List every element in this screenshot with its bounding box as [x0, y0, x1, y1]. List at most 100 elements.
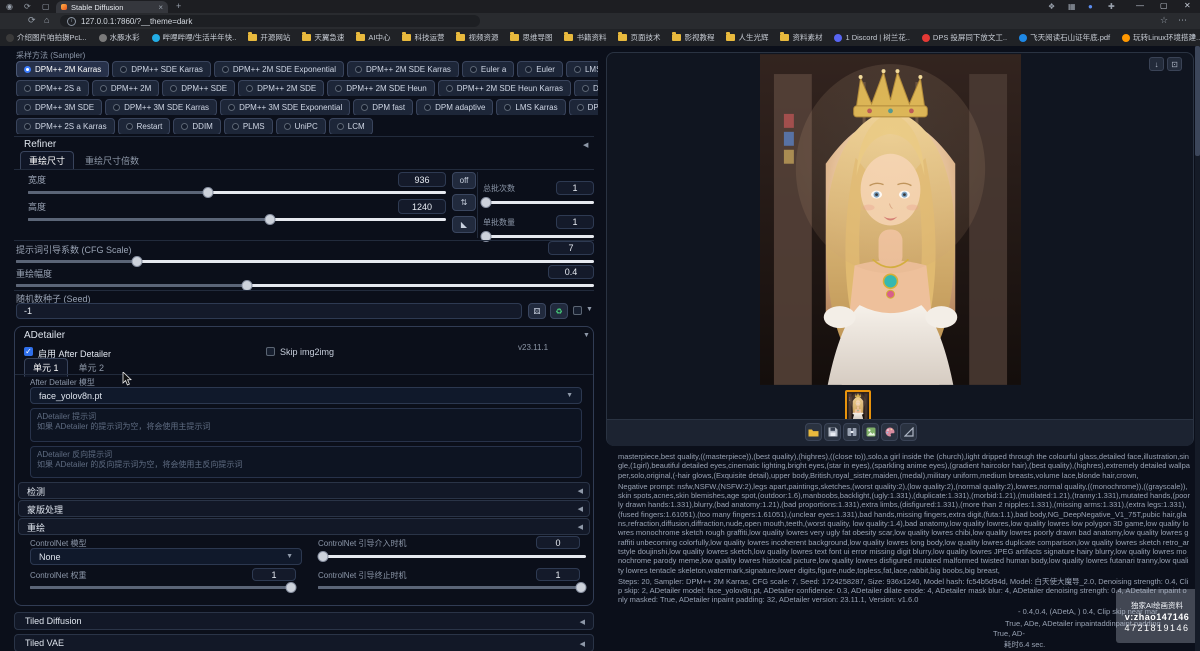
avatar-icon[interactable]: ●: [1088, 1, 1093, 12]
sampler-option[interactable]: Euler: [517, 61, 563, 77]
bookmark-item[interactable]: 科技运营: [402, 32, 444, 43]
adetailer-accordion[interactable]: ADetailer: [24, 330, 65, 341]
sampler-option[interactable]: LMS: [566, 61, 598, 77]
adetailer-model-dropdown[interactable]: face_yolov8n.pt ▼: [30, 387, 582, 404]
height-input[interactable]: 1240: [398, 199, 446, 214]
sampler-option[interactable]: DPM adaptive: [416, 99, 493, 115]
maximize-button[interactable]: ▢: [1160, 1, 1168, 10]
enable-adetailer-checkbox[interactable]: ✓: [24, 347, 33, 356]
tab-search-icon[interactable]: ▢: [42, 1, 50, 12]
mask-preprocessing-accordion[interactable]: 蒙版处理 ◀: [18, 500, 590, 517]
random-seed-button[interactable]: ⚄: [528, 303, 546, 319]
send-image-button[interactable]: [862, 423, 879, 441]
width-slider[interactable]: [28, 186, 446, 197]
generated-image[interactable]: [760, 53, 1021, 386]
bookmark-item[interactable]: 开源网站: [248, 32, 290, 43]
controlnet-model-dropdown[interactable]: None ▼: [30, 548, 302, 565]
adetailer-negative-textarea[interactable]: ADetailer 反向提示词 如果 ADetailer 的反向提示词为空，将会…: [30, 446, 582, 478]
sampler-option[interactable]: DPM++ 2S a Karras: [16, 118, 115, 134]
minimize-button[interactable]: —: [1136, 1, 1144, 10]
seed-extra-caret-icon[interactable]: ▼: [586, 306, 593, 313]
extra-seed-checkbox[interactable]: [573, 306, 582, 315]
sampler-option[interactable]: LMS Karras: [496, 99, 565, 115]
extension-icon[interactable]: ❖: [1048, 1, 1055, 12]
sampler-option[interactable]: DPM++ SDE: [162, 80, 235, 96]
seed-input[interactable]: -1: [16, 303, 522, 319]
ruler-button[interactable]: [900, 423, 917, 441]
sampler-option[interactable]: LCM: [329, 118, 373, 134]
cfg-slider[interactable]: [16, 255, 594, 266]
sampler-option[interactable]: DPM++ 3M SDE: [16, 99, 102, 115]
refresh-tabs-icon[interactable]: ⟳: [24, 1, 31, 12]
controlnet-end-input[interactable]: 1: [536, 568, 580, 581]
sampler-option[interactable]: Restart: [118, 118, 171, 134]
more-menu-icon[interactable]: ⋯: [1178, 15, 1187, 26]
tiled-diffusion-accordion[interactable]: Tiled Diffusion ◀: [14, 612, 594, 630]
home-icon[interactable]: ⌂: [44, 15, 49, 25]
swap-dimensions-button[interactable]: ⇅: [452, 194, 476, 211]
save-image-button[interactable]: [824, 423, 841, 441]
batch-count-input[interactable]: 1: [556, 181, 594, 195]
bookmark-item[interactable]: 天翼急速: [302, 32, 344, 43]
controlnet-end-slider[interactable]: [318, 581, 586, 592]
bookmark-item[interactable]: 视频资源: [456, 32, 498, 43]
sampler-option[interactable]: Euler a: [462, 61, 514, 77]
refiner-accordion[interactable]: Refiner: [24, 139, 56, 150]
batch-size-input[interactable]: 1: [556, 215, 594, 229]
controlnet-weight-input[interactable]: 1: [252, 568, 296, 581]
save-zip-button[interactable]: [843, 423, 860, 441]
sampler-option[interactable]: DDIM: [173, 118, 220, 134]
detection-accordion[interactable]: 检测 ◀: [18, 482, 590, 499]
height-slider[interactable]: [28, 213, 446, 224]
sampler-option[interactable]: DPM++ 2M SDE Exponential: [214, 61, 344, 77]
resize-tab[interactable]: 重绘尺寸: [20, 151, 74, 170]
site-info-icon[interactable]: i: [67, 17, 76, 26]
url-bar[interactable]: i 127.0.0.1:7860/?__theme=dark: [60, 15, 480, 27]
off-button[interactable]: off: [452, 172, 476, 189]
adetailer-expand-icon[interactable]: ▼: [583, 332, 590, 339]
bookmark-item[interactable]: 书籍资料: [564, 32, 606, 43]
bookmarks-overflow-icon[interactable]: »: [1191, 31, 1196, 41]
bookmark-item[interactable]: 思维导图: [510, 32, 552, 43]
bookmark-item[interactable]: 介绍图片咱拍摄PcL..: [6, 32, 87, 43]
skip-img2img-checkbox[interactable]: [266, 347, 275, 356]
adetailer-prompt-textarea[interactable]: ADetailer 提示词 如果 ADetailer 的提示词为空，将会使用主提…: [30, 408, 582, 442]
gallery-thumbnail[interactable]: [845, 390, 871, 421]
favorite-star-icon[interactable]: ☆: [1160, 15, 1168, 26]
open-folder-button[interactable]: [805, 423, 822, 441]
batch-count-slider[interactable]: [483, 196, 594, 207]
sampler-option[interactable]: UniPC: [276, 118, 326, 134]
bookmark-item[interactable]: AI中心: [356, 32, 390, 43]
cfg-input[interactable]: 7: [548, 241, 594, 255]
close-button[interactable]: ✕: [1184, 1, 1191, 10]
denoise-slider[interactable]: [16, 279, 594, 290]
sampler-option[interactable]: DPM++ 2M Karras: [16, 61, 109, 77]
sampler-option[interactable]: DPM++ 2M SDE Heun Karras: [438, 80, 571, 96]
page-scrollbar-thumb[interactable]: [1195, 46, 1200, 156]
new-tab-button[interactable]: +: [176, 1, 181, 11]
tiled-vae-accordion[interactable]: Tiled VAE ◀: [14, 634, 594, 651]
sampler-option[interactable]: DPM2 Karras: [569, 99, 598, 115]
bookmark-item[interactable]: 1 Discord | 树兰花..: [834, 32, 909, 43]
sampler-option[interactable]: DPM fast: [353, 99, 413, 115]
width-input[interactable]: 936: [398, 172, 446, 187]
fullscreen-icon[interactable]: ⊡: [1167, 57, 1182, 71]
sampler-option[interactable]: DPM++ 2M SDE Karras: [347, 61, 459, 77]
bookmark-item[interactable]: 资料素材: [780, 32, 822, 43]
controlnet-weight-slider[interactable]: [30, 581, 296, 592]
controlnet-start-input[interactable]: 0: [536, 536, 580, 549]
download-image-icon[interactable]: ↓: [1149, 57, 1164, 71]
denoise-input[interactable]: 0.4: [548, 265, 594, 279]
sampler-option[interactable]: DPM++ 2M: [92, 80, 159, 96]
bookmark-item[interactable]: 飞天阅读石山证年底.pdf: [1019, 32, 1110, 43]
sampler-option[interactable]: DPM++ 3M SDE Karras: [105, 99, 217, 115]
bookmark-item[interactable]: 人生光辉: [726, 32, 768, 43]
sampler-option[interactable]: DPM++ 2S a: [16, 80, 89, 96]
sampler-option[interactable]: DPM++ 2M SDE Heun Exponential: [574, 80, 598, 96]
sampler-option[interactable]: PLMS: [224, 118, 273, 134]
reuse-seed-button[interactable]: ♻: [550, 303, 568, 319]
aspect-triangle-button[interactable]: ◣: [452, 216, 476, 233]
controlnet-start-slider[interactable]: [318, 550, 586, 561]
inpainting-accordion[interactable]: 重绘 ◀: [18, 518, 590, 535]
bookmark-item[interactable]: 影视教程: [672, 32, 714, 43]
